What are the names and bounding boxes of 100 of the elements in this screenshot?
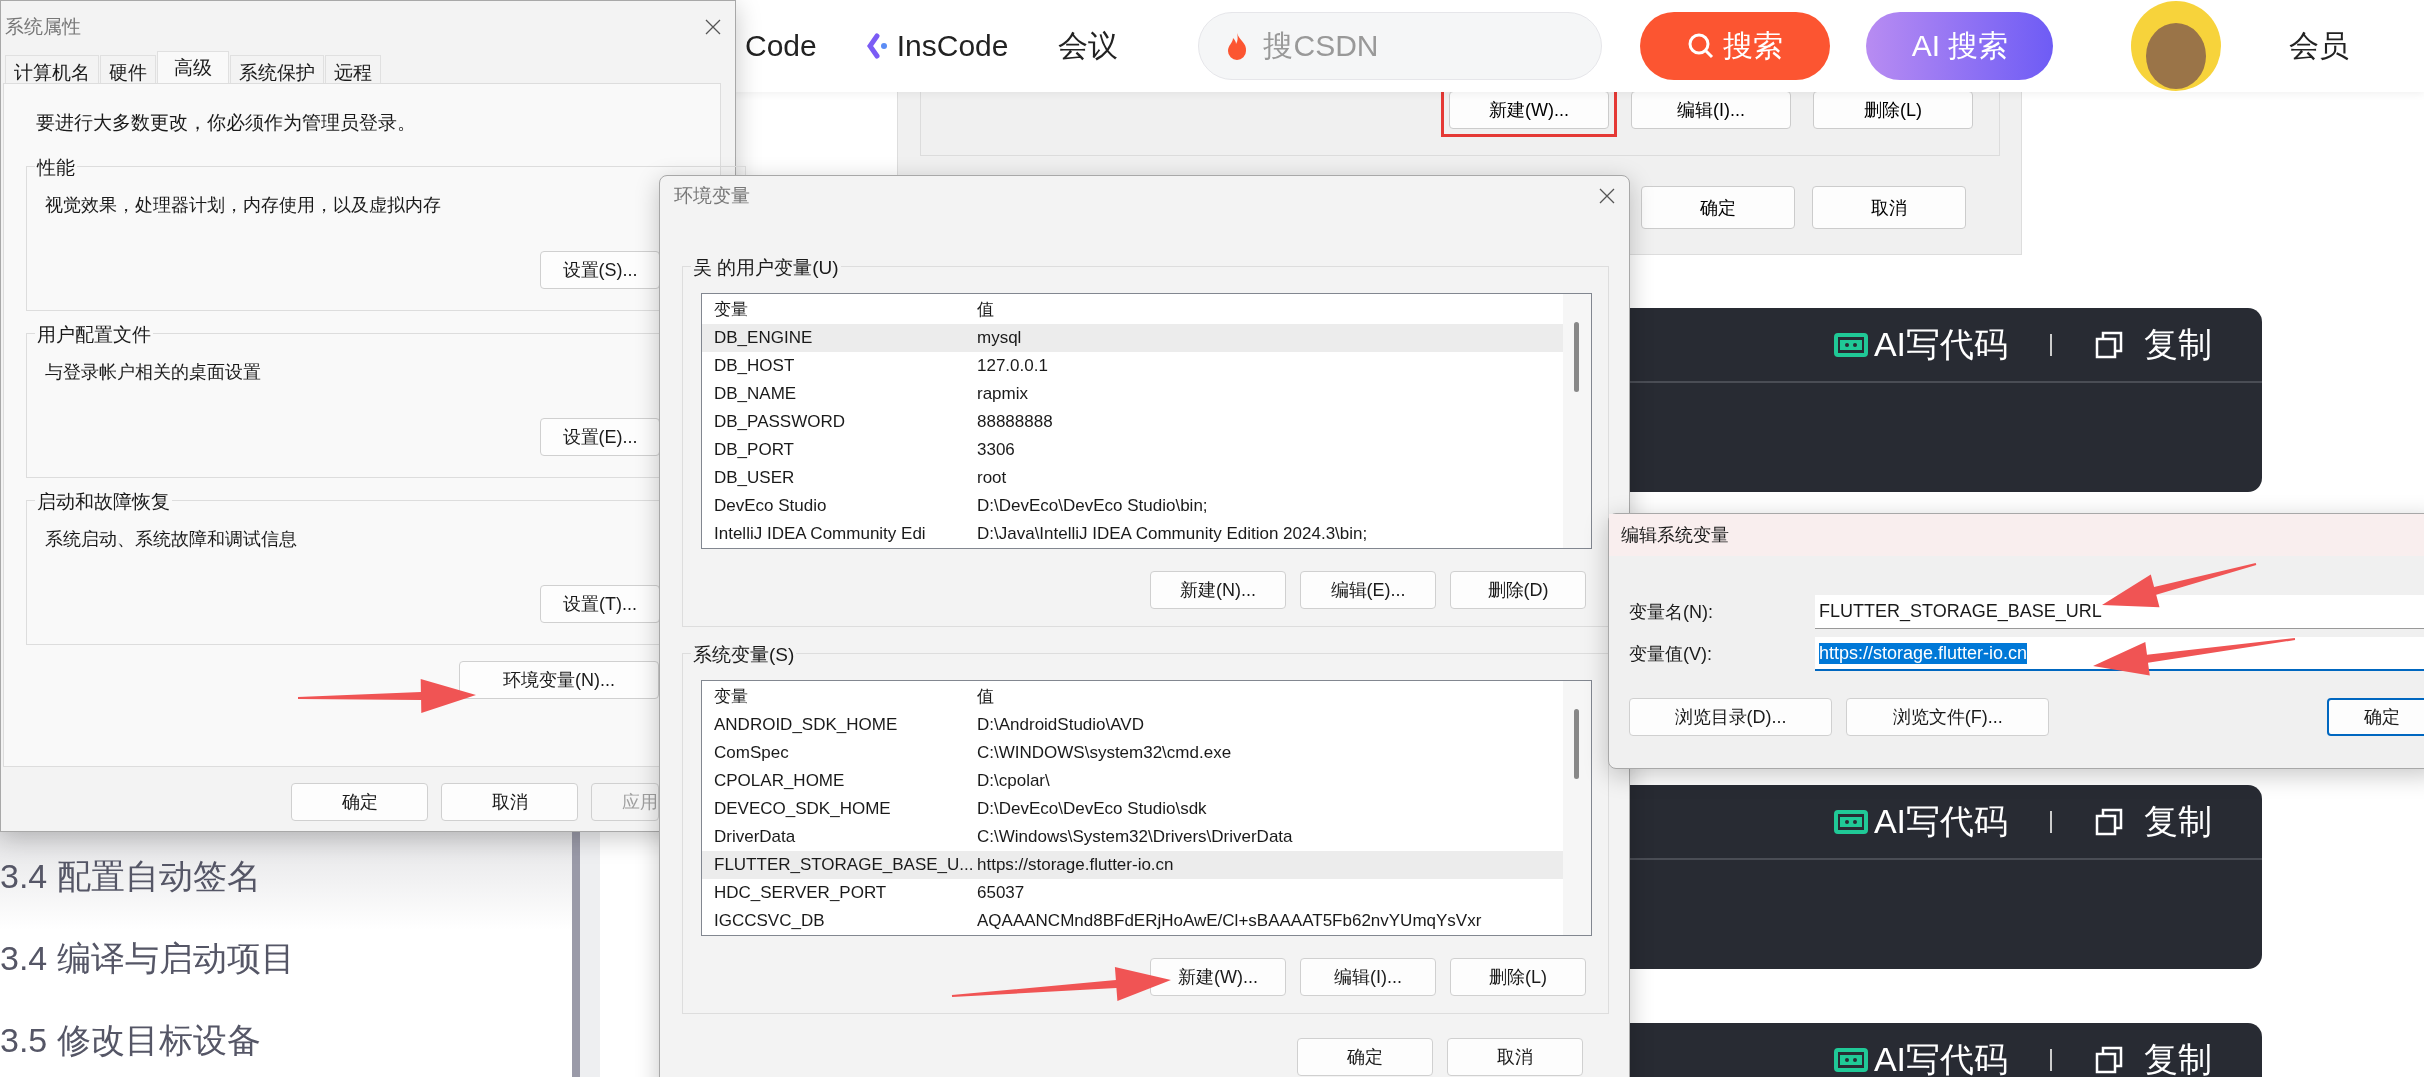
variable-name: DB_PASSWORD bbox=[713, 412, 846, 432]
variable-row[interactable]: HDC_SERVER_PORT 65037 bbox=[702, 879, 1563, 907]
copy-icon[interactable] bbox=[2094, 329, 2124, 360]
dialog-button[interactable]: 新建(W)... bbox=[1449, 91, 1609, 129]
search-field[interactable]: 搜CSDN bbox=[1198, 12, 1603, 80]
variable-value: root bbox=[976, 468, 1007, 488]
environment-variables-button[interactable]: 环境变量(N)... bbox=[459, 661, 659, 699]
ai-code-button[interactable]: AI写代码 bbox=[1833, 798, 2008, 845]
ai-code-button[interactable]: AI写代码 bbox=[1833, 1036, 2008, 1077]
flame-icon bbox=[1226, 32, 1249, 60]
toc-link[interactable]: 3.4 编译与启动项目 bbox=[0, 936, 295, 978]
dialog-button[interactable]: 删除(D) bbox=[1450, 571, 1586, 609]
variable-row[interactable]: CPOLAR_HOME D:\cpolar\ bbox=[702, 767, 1563, 795]
admin-notice: 要进行大多数更改，你必须作为管理员登录。 bbox=[36, 111, 417, 135]
variable-row[interactable]: DB_PORT 3306 bbox=[702, 436, 1563, 464]
settings-button[interactable]: 设置(T)... bbox=[540, 585, 660, 623]
robot-face-icon bbox=[1833, 808, 1868, 835]
dialog-button[interactable]: 取消 bbox=[1812, 186, 1966, 229]
dialog-button[interactable]: 删除(L) bbox=[1450, 958, 1586, 996]
column-header[interactable]: 值 bbox=[969, 297, 994, 321]
variable-row[interactable]: ComSpec C:\WINDOWS\system32\cmd.exe bbox=[702, 739, 1563, 767]
variable-value: 65037 bbox=[976, 883, 1025, 903]
copy-icon[interactable] bbox=[2094, 1044, 2124, 1075]
scrollbar[interactable] bbox=[572, 832, 580, 1077]
variable-row[interactable]: IGCCSVC_DB AQAAANCMnd8BFdERjHoAwE/Cl+sBAAAAT5Fb62nvYUmqYsVxr bbox=[702, 907, 1563, 935]
variable-row[interactable]: FLUTTER_STORAGE_BASE_U... https://storage.flutter-io.cn bbox=[702, 851, 1563, 879]
toc-link[interactable]: 3.5 修改目标设备 bbox=[0, 1018, 261, 1060]
dialog-button[interactable]: 浏览目录(D)... bbox=[1629, 698, 1833, 736]
settings-button[interactable]: 设置(S)... bbox=[540, 251, 660, 289]
dialog-button[interactable]: 删除(L) bbox=[1813, 91, 1973, 129]
nav-link[interactable]: 会员 bbox=[2289, 25, 2350, 67]
variable-name: IGCCSVC_DB bbox=[713, 911, 826, 931]
toc-link[interactable]: 3.4 配置自动签名 bbox=[0, 854, 261, 896]
dialog-button[interactable]: 取消 bbox=[441, 783, 578, 821]
group-description: 系统启动、系统故障和调试信息 bbox=[45, 528, 297, 551]
tab[interactable]: 硬件 bbox=[100, 55, 156, 83]
scrollbar[interactable] bbox=[1563, 294, 1591, 548]
dialog-button[interactable]: 编辑(I)... bbox=[1300, 958, 1436, 996]
ai-code-button[interactable]: AI写代码 bbox=[1833, 321, 2008, 368]
variable-value: C:\WINDOWS\system32\cmd.exe bbox=[976, 743, 1232, 763]
group-description: 与登录帐户相关的桌面设置 bbox=[45, 361, 261, 384]
copy-button[interactable]: 复制 bbox=[2144, 1036, 2212, 1077]
variable-row[interactable]: ANDROID_SDK_HOME D:\AndroidStudio\AVD bbox=[702, 711, 1563, 739]
variable-row[interactable]: DEVECO_SDK_HOME D:\DevEco\DevEco Studio\sdk bbox=[702, 795, 1563, 823]
variable-name: DB_ENGINE bbox=[713, 328, 814, 348]
tab[interactable]: 远程 bbox=[325, 55, 381, 83]
variable-value: mysql bbox=[976, 328, 1022, 348]
variable-row[interactable]: DB_NAME rapmix bbox=[702, 380, 1563, 408]
variable-value: D:\Java\IntelliJ IDEA Community Edition 2024.3\bin; bbox=[976, 524, 1368, 544]
group-title: 系统变量(S) bbox=[691, 642, 797, 668]
variable-name-field[interactable]: FLUTTER_STORAGE_BASE_URL bbox=[1815, 595, 2424, 629]
variable-row[interactable]: DB_ENGINE mysql bbox=[702, 324, 1563, 352]
nav-link[interactable]: Code bbox=[745, 29, 817, 63]
dialog-button[interactable]: 取消 bbox=[1447, 1038, 1583, 1076]
variable-value: C:\Windows\System32\Drivers\DriverData bbox=[976, 827, 1293, 847]
field-label: 变量名(N): bbox=[1628, 601, 1714, 624]
variable-name: DEVECO_SDK_HOME bbox=[713, 799, 892, 819]
scrollbar[interactable] bbox=[1563, 681, 1591, 935]
tab[interactable]: 系统保护 bbox=[230, 55, 324, 83]
dialog-button[interactable]: 浏览文件(F)... bbox=[1846, 698, 2050, 736]
variable-name: ANDROID_SDK_HOME bbox=[713, 715, 899, 735]
variable-row[interactable]: DriverData C:\Windows\System32\Drivers\DriverData bbox=[702, 823, 1563, 851]
dialog-button[interactable]: 确定 bbox=[1641, 186, 1795, 229]
variable-value: 88888888 bbox=[976, 412, 1053, 432]
tab[interactable]: 高级 bbox=[157, 51, 229, 83]
avatar[interactable] bbox=[2131, 1, 2222, 91]
column-header[interactable]: 值 bbox=[969, 684, 994, 708]
close-icon[interactable] bbox=[705, 19, 721, 35]
variable-row[interactable]: DevEco Studio D:\DevEco\DevEco Studio\bin; bbox=[702, 492, 1563, 520]
variable-name: ComSpec bbox=[713, 743, 790, 763]
group-title: 吴 的用户变量(U) bbox=[691, 255, 841, 281]
copy-button[interactable]: 复制 bbox=[2144, 798, 2212, 845]
dialog-button[interactable]: 新建(N)... bbox=[1150, 571, 1286, 609]
ai-search-button[interactable]: AI 搜索 bbox=[1866, 12, 2054, 80]
settings-button[interactable]: 设置(E)... bbox=[540, 418, 660, 456]
dialog-button[interactable]: 编辑(E)... bbox=[1300, 571, 1436, 609]
variable-row[interactable]: DB_HOST 127.0.0.1 bbox=[702, 352, 1563, 380]
nav-link[interactable]: 会议 bbox=[1058, 25, 1119, 67]
logo-icon bbox=[866, 33, 889, 59]
tab[interactable]: 计算机名 bbox=[5, 55, 99, 83]
variable-value: 127.0.0.1 bbox=[976, 356, 1048, 376]
dialog-button[interactable]: 编辑(I)... bbox=[1631, 91, 1791, 129]
column-header[interactable]: 变量 bbox=[702, 297, 969, 321]
variable-value-field[interactable]: https://storage.flutter-io.cn bbox=[1815, 637, 2424, 671]
robot-face-icon bbox=[1833, 1046, 1868, 1073]
dialog-button[interactable]: 确定 bbox=[2327, 698, 2424, 736]
variable-row[interactable]: DB_USER root bbox=[702, 464, 1563, 492]
group-description: 视觉效果，处理器计划，内存使用，以及虚拟内存 bbox=[45, 194, 441, 217]
copy-icon[interactable] bbox=[2094, 806, 2124, 837]
dialog-button[interactable]: 新建(W)... bbox=[1150, 958, 1286, 996]
column-header[interactable]: 变量 bbox=[702, 684, 969, 708]
copy-button[interactable]: 复制 bbox=[2144, 321, 2212, 368]
window-title: 环境变量 bbox=[674, 184, 750, 208]
variable-name: DriverData bbox=[713, 827, 797, 847]
variable-row[interactable]: IntelliJ IDEA Community Edi D:\Java\IntelliJ IDEA Community Edition 2024.3\bin; bbox=[702, 520, 1563, 548]
dialog-button[interactable]: 确定 bbox=[291, 783, 428, 821]
close-icon[interactable] bbox=[1599, 188, 1615, 204]
variable-row[interactable]: DB_PASSWORD 88888888 bbox=[702, 408, 1563, 436]
nav-link[interactable]: InsCode bbox=[866, 29, 1009, 63]
dialog-button[interactable]: 确定 bbox=[1297, 1038, 1433, 1076]
